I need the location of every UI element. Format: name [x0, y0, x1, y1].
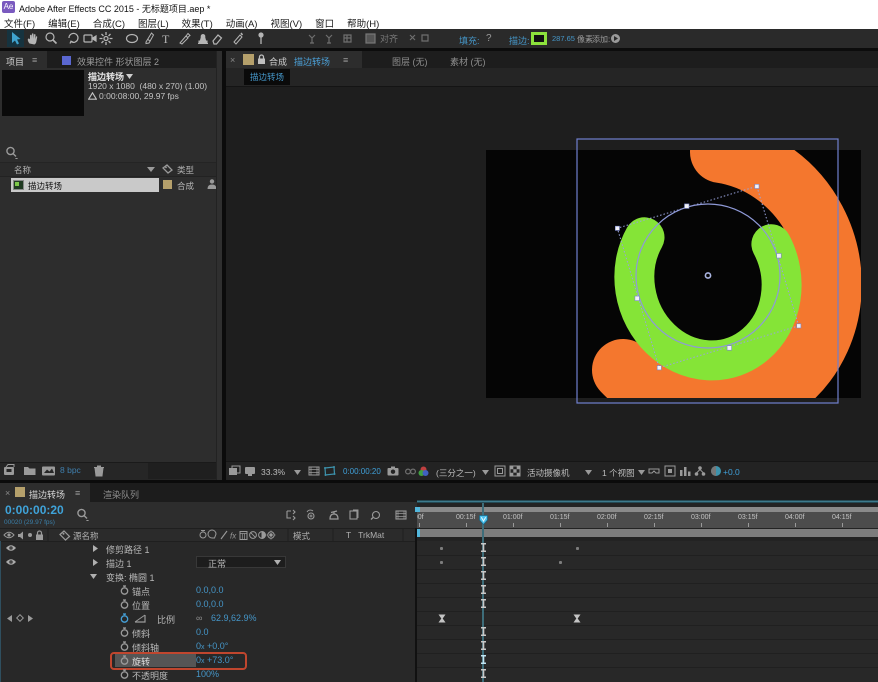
svg-text:对齐: 对齐 [380, 33, 398, 44]
svg-text:T: T [162, 32, 170, 46]
svg-text:fx: fx [230, 532, 237, 541]
